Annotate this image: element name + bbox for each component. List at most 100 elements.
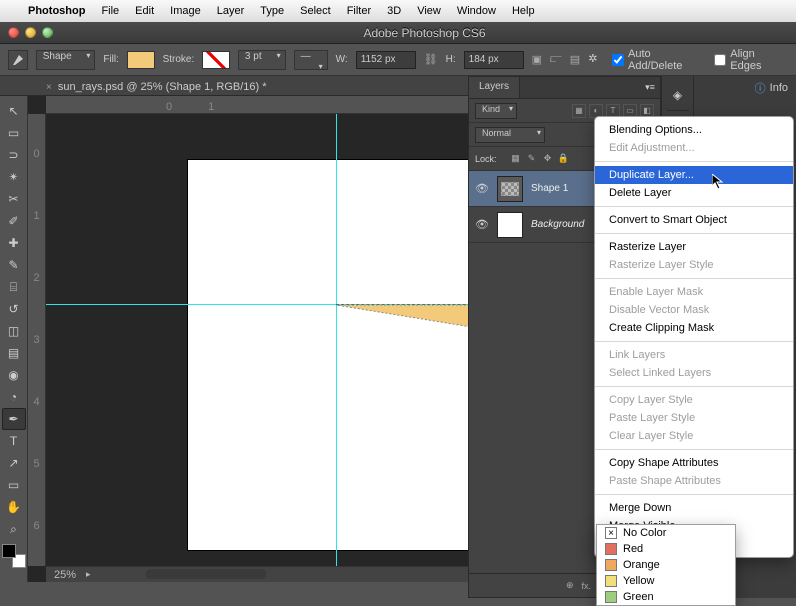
path-operations-icon[interactable]: ▣ (532, 53, 542, 66)
menu-select[interactable]: Select (292, 5, 339, 17)
ctx-item-blending-options[interactable]: Blending Options... (595, 121, 793, 139)
menu-layer[interactable]: Layer (209, 5, 253, 17)
scrollbar-horizontal[interactable] (146, 569, 266, 579)
brush-tool-icon[interactable]: ✎ (2, 254, 26, 276)
layer-name[interactable]: Background (531, 219, 584, 230)
kind-select[interactable]: Kind (475, 103, 517, 119)
layers-dock-icon[interactable]: ◈ (664, 82, 692, 108)
zoom-level[interactable]: 25% (54, 569, 76, 581)
rectangle-tool-icon[interactable]: ▭ (2, 474, 26, 496)
foreground-color-icon[interactable] (2, 544, 16, 558)
gear-icon[interactable]: ✲ (588, 52, 604, 68)
zoom-tool-icon[interactable]: ⌕ (2, 518, 26, 540)
minimize-window-icon[interactable] (25, 27, 36, 38)
color-item-no-color[interactable]: No Color (597, 525, 735, 541)
menu-help[interactable]: Help (504, 5, 543, 17)
fx-icon[interactable]: fx. (582, 581, 592, 591)
lock-transparent-icon[interactable]: ▦ (509, 152, 523, 166)
path-select-tool-icon[interactable]: ↗ (2, 452, 26, 474)
healing-tool-icon[interactable]: ✚ (2, 232, 26, 254)
menu-image[interactable]: Image (162, 5, 209, 17)
ctx-item-duplicate-layer[interactable]: Duplicate Layer... (595, 166, 793, 184)
ctx-item-clear-layer-style: Clear Layer Style (595, 427, 793, 445)
menu-window[interactable]: Window (449, 5, 504, 17)
stroke-style-select[interactable]: — (294, 50, 328, 70)
foreground-background-swatch[interactable] (2, 544, 26, 568)
history-brush-tool-icon[interactable]: ↺ (2, 298, 26, 320)
menu-edit[interactable]: Edit (127, 5, 162, 17)
document-tab[interactable]: × sun_rays.psd @ 25% (Shape 1, RGB/16) * (36, 76, 277, 95)
blur-tool-icon[interactable]: ◉ (2, 364, 26, 386)
close-window-icon[interactable] (8, 27, 19, 38)
type-tool-icon[interactable]: T (2, 430, 26, 452)
gradient-tool-icon[interactable]: ▤ (2, 342, 26, 364)
stamp-tool-icon[interactable]: ⌸ (2, 276, 26, 298)
ctx-item-merge-down[interactable]: Merge Down (595, 499, 793, 517)
layers-tab[interactable]: Layers (469, 77, 520, 98)
tool-mode-select[interactable]: Shape (36, 50, 96, 70)
color-item-yellow[interactable]: Yellow (597, 573, 735, 589)
fill-swatch[interactable] (127, 51, 155, 69)
pen-tool-icon[interactable]: ✒ (2, 408, 26, 430)
menu-3d[interactable]: 3D (379, 5, 409, 17)
blend-mode-select[interactable]: Normal (475, 127, 545, 143)
window-title: Adobe Photoshop CS6 (53, 26, 796, 40)
link-wh-icon[interactable]: ⛓ (424, 53, 438, 66)
width-input[interactable] (356, 51, 416, 69)
stroke-width-select[interactable]: 3 pt (238, 50, 286, 70)
auto-add-delete-checkbox[interactable]: Auto Add/Delete (612, 48, 706, 72)
color-item-red[interactable]: Red (597, 541, 735, 557)
layer-thumbnail[interactable] (497, 212, 523, 238)
info-panel-button[interactable]: ⓘ Info (749, 78, 794, 98)
ctx-item-copy-layer-style: Copy Layer Style (595, 391, 793, 409)
close-tab-icon[interactable]: × (46, 82, 52, 93)
menu-type[interactable]: Type (252, 5, 292, 17)
layer-thumbnail[interactable] (497, 176, 523, 202)
height-input[interactable] (464, 51, 524, 69)
eraser-tool-icon[interactable]: ◫ (2, 320, 26, 342)
ctx-item-delete-layer[interactable]: Delete Layer (595, 184, 793, 202)
stroke-label: Stroke: (163, 54, 195, 65)
lock-position-icon[interactable]: ✥ (541, 152, 555, 166)
path-arrangement-icon[interactable]: ▤ (570, 53, 580, 66)
menu-file[interactable]: File (93, 5, 127, 17)
guide-vertical[interactable] (336, 114, 337, 566)
app-name[interactable]: Photoshop (20, 5, 93, 17)
lock-pixels-icon[interactable]: ✎ (525, 152, 539, 166)
lasso-tool-icon[interactable]: ⊃ (2, 144, 26, 166)
pen-tool-icon[interactable] (8, 50, 28, 70)
menu-view[interactable]: View (409, 5, 449, 17)
menu-filter[interactable]: Filter (339, 5, 379, 17)
ruler-vertical[interactable]: 0 1 2 3 4 5 6 (28, 114, 46, 566)
visibility-icon[interactable]: 👁 (475, 182, 489, 195)
stroke-swatch[interactable] (202, 51, 230, 69)
ctx-item-create-clipping-mask[interactable]: Create Clipping Mask (595, 319, 793, 337)
visibility-icon[interactable]: 👁 (475, 218, 489, 231)
zoom-window-icon[interactable] (42, 27, 53, 38)
filter-pixel-icon[interactable]: ▦ (572, 104, 586, 118)
crop-tool-icon[interactable]: ✂ (2, 188, 26, 210)
move-tool-icon[interactable]: ↖ (2, 100, 26, 122)
panel-menu-icon[interactable]: ▾≡ (640, 77, 660, 98)
color-item-orange[interactable]: Orange (597, 557, 735, 573)
ctx-item-disable-vector-mask: Disable Vector Mask (595, 301, 793, 319)
quick-select-tool-icon[interactable]: ✴ (2, 166, 26, 188)
ctx-item-convert-to-smart-object[interactable]: Convert to Smart Object (595, 211, 793, 229)
ctx-item-rasterize-layer[interactable]: Rasterize Layer (595, 238, 793, 256)
status-menu-icon[interactable]: ▸ (86, 569, 91, 580)
path-alignment-icon[interactable]: ⫍ (550, 53, 562, 66)
artboard[interactable] (188, 160, 486, 550)
marquee-tool-icon[interactable]: ▭ (2, 122, 26, 144)
align-edges-checkbox[interactable]: Align Edges (714, 48, 788, 72)
hand-tool-icon[interactable]: ✋ (2, 496, 26, 518)
lock-all-icon[interactable]: 🔒 (557, 152, 571, 166)
layer-name[interactable]: Shape 1 (531, 183, 568, 194)
dodge-tool-icon[interactable]: ◔ (2, 386, 26, 408)
tool-palette: ↖ ▭ ⊃ ✴ ✂ ✐ ✚ ✎ ⌸ ↺ ◫ ▤ ◉ ◔ ✒ T ↗ ▭ ✋ ⌕ (0, 96, 28, 582)
eyedropper-tool-icon[interactable]: ✐ (2, 210, 26, 232)
ctx-item-copy-shape-attributes[interactable]: Copy Shape Attributes (595, 454, 793, 472)
link-layers-icon[interactable]: ⊕ (566, 580, 574, 591)
fill-label: Fill: (103, 54, 119, 65)
layer-color-submenu: No ColorRedOrangeYellowGreen (596, 524, 736, 606)
color-item-green[interactable]: Green (597, 589, 735, 605)
